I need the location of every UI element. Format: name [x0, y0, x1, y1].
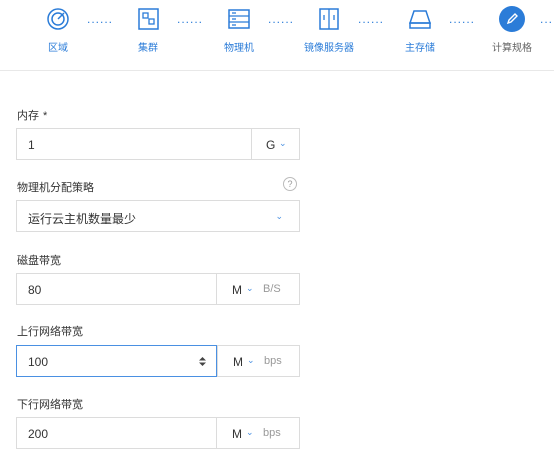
disk-bandwidth-label: 磁盘带宽: [17, 255, 61, 267]
step-label: 区域: [48, 43, 68, 54]
downstream-bandwidth-field: 200 M ⌄ bps: [16, 417, 300, 449]
image-server-icon: [315, 5, 343, 33]
disk-bandwidth-field: 80 M ⌄ B/S: [16, 273, 300, 305]
chevron-down-icon: ⌄: [246, 427, 254, 437]
help-icon[interactable]: ?: [283, 177, 297, 191]
upstream-bandwidth-unit-select[interactable]: M ⌄ bps: [217, 345, 300, 377]
required-mark: *: [43, 110, 48, 122]
unit-suffix: bps: [264, 355, 282, 367]
step-label: 镜像服务器: [304, 43, 354, 54]
memory-label-text: 内存: [17, 110, 39, 122]
allocation-select[interactable]: 运行云主机数量最少 ⌄: [16, 200, 300, 232]
server-icon: [225, 5, 253, 33]
memory-label: 内存 *: [17, 107, 47, 123]
primary-storage-icon: [406, 5, 434, 33]
unit-label: G: [266, 138, 276, 152]
upstream-bandwidth-value: 100: [28, 355, 49, 369]
unit-label: M: [232, 427, 242, 441]
upstream-bandwidth-input[interactable]: 100: [16, 345, 217, 377]
unit-suffix: B/S: [263, 283, 281, 295]
spinner-arrows-icon[interactable]: [198, 356, 207, 367]
step-label: 集群: [138, 43, 158, 54]
unit-label: M: [232, 283, 242, 297]
chevron-down-icon: ⌄: [279, 138, 287, 148]
disk-bandwidth-unit-select[interactable]: M ⌄ B/S: [216, 274, 299, 304]
downstream-bandwidth-unit-select[interactable]: M ⌄ bps: [216, 418, 299, 448]
memory-input[interactable]: 1: [28, 138, 35, 152]
chevron-down-icon: ⌄: [246, 283, 254, 293]
downstream-bandwidth-label: 下行网络带宽: [17, 399, 83, 411]
chevron-down-icon: ⌄: [247, 355, 255, 365]
downstream-bandwidth-input[interactable]: 200: [28, 427, 48, 441]
unit-label: M: [233, 355, 243, 369]
chevron-down-icon: ⌄: [275, 211, 283, 221]
memory-field: 1 G ⌄: [16, 128, 300, 160]
target-icon: [44, 5, 72, 33]
step-label: 物理机: [224, 43, 254, 54]
unit-box: M ⌄ bps: [218, 346, 299, 376]
memory-unit-select[interactable]: G ⌄: [251, 129, 299, 159]
unit-suffix: bps: [263, 427, 281, 439]
upstream-bandwidth-label: 上行网络带宽: [17, 326, 83, 338]
disk-bandwidth-input[interactable]: 80: [28, 283, 41, 297]
allocation-label: 物理机分配策略: [17, 182, 94, 194]
cluster-icon: [134, 5, 162, 33]
wizard-stepper: 区域 ...... 集群 ...... 物理机 ...... 镜像服务器 ...…: [0, 0, 554, 71]
step-label: 计算规格: [492, 43, 532, 54]
step-label: 主存储: [405, 43, 435, 54]
step-separator: ......: [540, 12, 554, 26]
pencil-icon: [498, 5, 526, 33]
allocation-value: 运行云主机数量最少: [28, 212, 137, 226]
